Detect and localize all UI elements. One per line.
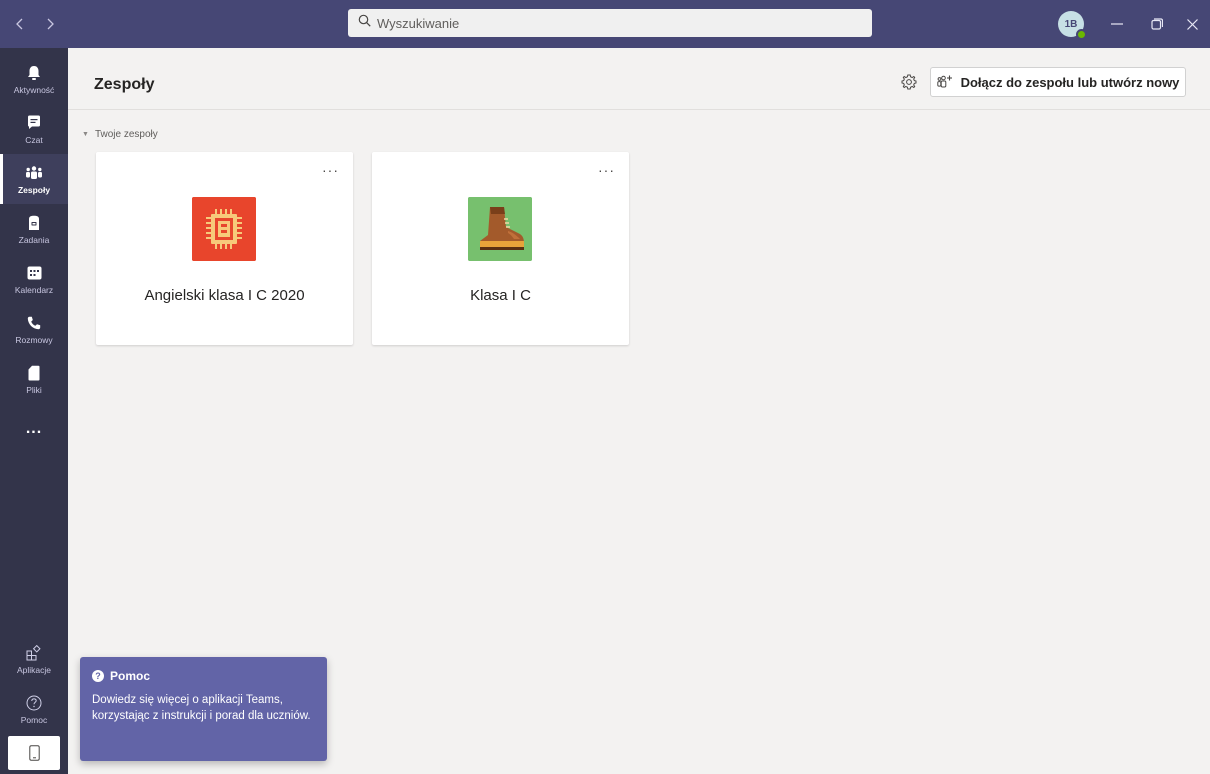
rail-item-label: Rozmowy [15, 334, 53, 345]
rail-item-label: Aktywność [13, 84, 55, 95]
rail-item-label: Pomoc [20, 714, 48, 725]
help-icon [25, 694, 43, 712]
bell-icon [25, 64, 43, 82]
mobile-icon [28, 745, 40, 761]
rail-item-label: Czat [25, 134, 43, 145]
help-title-text: Pomoc [110, 669, 151, 683]
rail-item-label: Zespoły [17, 184, 51, 195]
teams-icon [25, 164, 43, 182]
section-label: Twoje zespoły [94, 129, 158, 140]
section-toggle-your-teams[interactable]: ▼ Twoje zespoły [82, 129, 158, 140]
restore-icon [1151, 18, 1163, 30]
team-name: Angielski klasa I C 2020 [144, 287, 305, 304]
gear-icon[interactable] [900, 73, 918, 91]
rail-item-files[interactable]: Pliki [0, 354, 68, 404]
chevron-right-icon[interactable] [44, 14, 56, 34]
question-icon: ? [92, 670, 104, 682]
close-button[interactable] [1172, 0, 1210, 48]
more-options-button[interactable]: ··· [322, 162, 339, 178]
more-icon: ... [25, 420, 43, 437]
rail-item-calendar[interactable]: Kalendarz [0, 254, 68, 304]
rail-more-button[interactable]: ... [0, 404, 68, 454]
search-icon [358, 14, 371, 32]
chat-icon [25, 114, 43, 132]
search-input[interactable] [377, 15, 857, 31]
rail-item-calls[interactable]: Rozmowy [0, 304, 68, 354]
phone-icon [25, 314, 43, 332]
rail-item-assignments[interactable]: Zadania [0, 204, 68, 254]
minimize-icon [1111, 23, 1123, 25]
team-card[interactable]: ··· Angielski klasa I C 2020 [96, 152, 353, 345]
rail-item-label: Pliki [26, 384, 42, 395]
chip-icon [192, 197, 256, 261]
rail-item-label: Aplikacje [16, 664, 52, 675]
rail-item-label: Zadania [18, 234, 50, 245]
app-bar: Aktywność Czat Zespoły Zadania Kalendarz… [0, 48, 68, 774]
rail-item-activity[interactable]: Aktywność [0, 54, 68, 104]
file-icon [25, 364, 43, 382]
help-tooltip-body: Dowiedz się więcej o aplikacji Teams, ko… [92, 694, 311, 722]
page-title: Zespoły [94, 76, 155, 93]
rail-item-label: Kalendarz [14, 284, 54, 295]
close-icon [1186, 18, 1198, 30]
join-button-label: Dołącz do zespołu lub utwórz nowy [960, 74, 1180, 90]
add-team-icon [936, 75, 952, 88]
join-or-create-team-button[interactable]: Dołącz do zespołu lub utwórz nowy [930, 67, 1186, 97]
avatar[interactable]: 1B [1058, 11, 1087, 40]
team-name: Klasa I C [470, 287, 531, 304]
more-options-button[interactable]: ··· [598, 162, 615, 178]
rail-item-help[interactable]: Pomoc [0, 684, 68, 734]
team-card[interactable]: ··· Klasa I C [372, 152, 629, 345]
minimize-button[interactable] [1097, 0, 1137, 48]
page-header: Zespoły Dołącz do zespołu lub utwórz now… [68, 48, 1210, 110]
caret-down-icon: ▼ [82, 131, 89, 138]
title-bar: 1B [0, 0, 1210, 48]
rail-item-teams[interactable]: Zespoły [0, 154, 68, 204]
avatar-initials: 1B [1064, 18, 1078, 30]
rail-item-chat[interactable]: Czat [0, 104, 68, 154]
help-tooltip: ? Pomoc Dowiedz się więcej o aplikacji T… [80, 657, 327, 761]
search-box[interactable] [348, 9, 872, 37]
rail-item-apps[interactable]: Aplikacje [0, 634, 68, 684]
help-tooltip-title: ? Pomoc [92, 669, 315, 683]
mobile-app-button[interactable] [8, 736, 60, 770]
calendar-icon [25, 264, 43, 282]
history-nav [14, 0, 56, 48]
restore-button[interactable] [1137, 0, 1177, 48]
apps-icon [25, 644, 43, 662]
chevron-left-icon[interactable] [14, 14, 26, 34]
presence-indicator [1076, 29, 1087, 40]
boot-icon [468, 197, 532, 261]
assignments-icon [25, 214, 43, 232]
